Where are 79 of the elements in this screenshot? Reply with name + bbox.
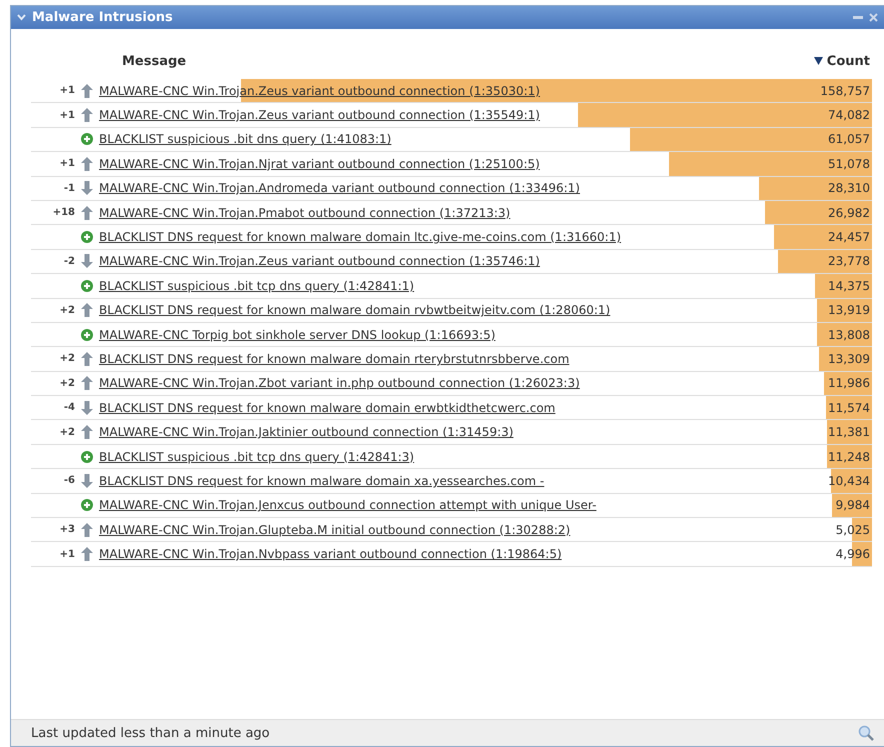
count-value: 13,309 <box>828 352 871 366</box>
count-value: 11,986 <box>828 376 871 390</box>
message-link[interactable]: MALWARE-CNC Win.Trojan.Glupteba.M initial outbound connection (1:30288:2) <box>99 522 836 537</box>
count-value: 74,082 <box>828 108 871 122</box>
count-value: 14,375 <box>828 278 871 293</box>
message-link[interactable]: BLACKLIST suspicious .bit dns query (1:41083:1) <box>99 132 828 146</box>
message-link[interactable]: BLACKLIST DNS request for known malware domain ltc.give-me-coins.com (1:31660:1) <box>99 230 828 244</box>
count-value: 158,757 <box>820 84 871 98</box>
message-link[interactable]: MALWARE-CNC Torpig bot sinkhole server DNS lookup (1:16693:5) <box>99 328 828 342</box>
message-link[interactable]: BLACKLIST DNS request for known malware domain xa.yessearches.com - <box>99 474 828 488</box>
up-arrow-icon <box>81 352 93 366</box>
up-arrow-icon <box>81 522 93 537</box>
rank-change: +1 <box>60 85 75 96</box>
search-icon[interactable] <box>858 725 874 741</box>
count-value: 13,808 <box>828 328 871 342</box>
count-value: 24,457 <box>828 230 871 244</box>
minimize-icon[interactable] <box>853 16 863 20</box>
rank-change: -1 <box>64 182 75 194</box>
message-link[interactable]: MALWARE-CNC Win.Trojan.Njrat variant outbound connection (1:25100:5) <box>99 156 828 171</box>
plus-circle-icon <box>81 280 93 292</box>
down-arrow-icon <box>81 400 93 415</box>
message-link[interactable]: MALWARE-CNC Win.Trojan.Zeus variant outbound connection (1:35549:1) <box>99 108 828 122</box>
count-value: 11,574 <box>828 400 871 415</box>
message-link[interactable]: BLACKLIST DNS request for known malware domain erwbtkidthetcwerc.com <box>99 400 828 415</box>
message-link[interactable]: MALWARE-CNC Win.Trojan.Zbot variant in.php outbound connection (1:26023:3) <box>99 376 828 390</box>
message-link[interactable]: MALWARE-CNC Win.Trojan.Andromeda variant outbound connection (1:33496:1) <box>99 181 828 196</box>
rank-change: +18 <box>52 207 75 218</box>
up-arrow-icon <box>81 84 93 98</box>
count-value: 9,984 <box>836 498 871 512</box>
message-link[interactable]: BLACKLIST suspicious .bit tcp dns query (1:42841:3) <box>99 450 828 464</box>
close-icon[interactable] <box>869 13 878 22</box>
rank-change: +2 <box>60 426 75 438</box>
rank-change: +3 <box>60 524 75 536</box>
down-arrow-icon <box>81 181 93 196</box>
rank-change: +1 <box>60 548 75 560</box>
plus-circle-icon <box>81 328 93 341</box>
rank-change: -6 <box>64 475 75 486</box>
message-link[interactable]: MALWARE-CNC Win.Trojan.Nvbpass variant outbound connection (1:19864:5) <box>99 547 836 562</box>
count-value: 11,248 <box>828 450 871 464</box>
plus-circle-icon <box>81 133 93 146</box>
plus-circle-icon <box>81 450 93 463</box>
rank-change: +1 <box>60 158 75 170</box>
count-value: 28,310 <box>828 181 871 196</box>
message-link[interactable]: BLACKLIST DNS request for known malware domain rterybrstutnrsbberve.com <box>99 352 828 366</box>
up-arrow-icon <box>81 425 93 440</box>
up-arrow-icon <box>81 376 93 390</box>
up-arrow-icon <box>81 206 93 220</box>
up-arrow-icon <box>81 303 93 318</box>
down-arrow-icon <box>81 254 93 268</box>
count-value: 23,778 <box>828 254 871 268</box>
message-link[interactable]: BLACKLIST suspicious .bit tcp dns query (1:42841:1) <box>99 278 828 293</box>
count-value: 11,381 <box>828 425 871 440</box>
sort-descending-icon[interactable] <box>814 57 823 65</box>
rank-change: +2 <box>60 353 75 364</box>
rank-change: -2 <box>64 256 75 267</box>
down-arrow-icon <box>81 474 93 488</box>
count-value: 51,078 <box>828 156 871 171</box>
count-value: 13,919 <box>828 303 871 318</box>
up-arrow-icon <box>81 156 93 171</box>
panel-title: Malware Intrusions <box>32 10 174 25</box>
plus-circle-icon <box>81 231 93 244</box>
message-link[interactable]: MALWARE-CNC Win.Trojan.Pmabot outbound connection (1:37213:3) <box>99 206 828 220</box>
message-link[interactable]: BLACKLIST DNS request for known malware domain rvbwtbeitwjeitv.com (1:28060:1) <box>99 303 828 318</box>
message-link[interactable]: MALWARE-CNC Win.Trojan.Jaktinier outbound connection (1:31459:3) <box>99 425 828 440</box>
message-link[interactable]: MALWARE-CNC Win.Trojan.Zeus variant outbound connection (1:35746:1) <box>99 254 828 268</box>
rank-change: +1 <box>60 110 75 121</box>
message-link[interactable]: MALWARE-CNC Win.Trojan.Jenxcus outbound connection attempt with unique User- <box>99 498 836 512</box>
rank-change: +2 <box>60 378 75 389</box>
count-column-header[interactable]: Count <box>826 54 870 68</box>
chevron-down-icon[interactable] <box>17 14 26 21</box>
up-arrow-icon <box>81 108 93 122</box>
last-updated-text: Last updated less than a minute ago <box>31 726 271 740</box>
rank-change: -4 <box>64 402 75 414</box>
message-column-header[interactable]: Message <box>122 54 814 68</box>
plus-circle-icon <box>81 499 93 512</box>
count-value: 61,057 <box>828 132 871 146</box>
up-arrow-icon <box>81 547 93 562</box>
rank-change: +2 <box>60 304 75 316</box>
count-value: 26,982 <box>828 206 871 220</box>
